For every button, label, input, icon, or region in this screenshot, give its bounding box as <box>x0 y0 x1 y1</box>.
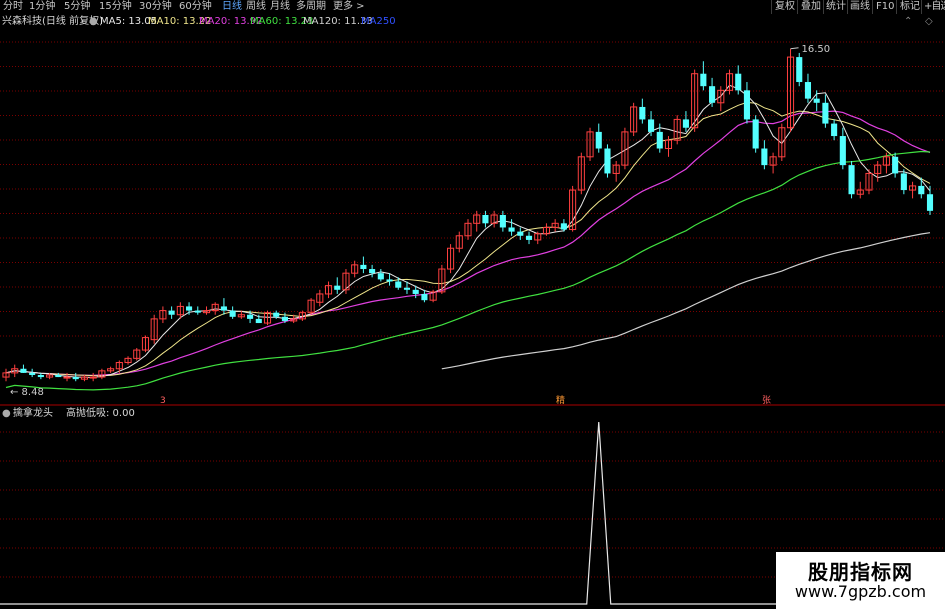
candle-body <box>395 281 402 288</box>
candle-body <box>517 231 524 236</box>
candle-body <box>386 279 393 282</box>
candle-body <box>273 312 280 317</box>
watermark: 股朋指标网 www.7gpzb.com <box>776 552 945 609</box>
candle-body <box>369 269 376 274</box>
candle-body <box>194 310 201 313</box>
ma60-line <box>5 150 931 391</box>
indicator-settings-icon[interactable]: ● <box>2 407 11 420</box>
candle-body <box>848 165 855 195</box>
indicator-name: 擒拿龙头 <box>13 408 53 419</box>
kline-chart: 16.50 ← 8.48 3 精 张 <box>0 41 945 605</box>
ma120-line <box>441 232 931 370</box>
candle-body <box>89 376 97 379</box>
candle-body <box>403 287 411 290</box>
candle-body <box>255 318 262 324</box>
candle-body <box>508 227 515 232</box>
candle-body <box>525 235 533 240</box>
signal-mark: 张 <box>762 395 771 406</box>
candle-body <box>761 148 768 166</box>
candle-body <box>168 310 175 315</box>
high-pointer <box>790 47 799 50</box>
candle-body <box>595 131 602 149</box>
candle-body <box>839 136 846 166</box>
candle-body <box>29 372 36 375</box>
watermark-title: 股朋指标网 <box>808 560 913 584</box>
candle-body <box>360 264 367 270</box>
candle-body <box>499 215 506 228</box>
candle-body <box>804 82 812 99</box>
candle-body <box>412 289 419 294</box>
candle-body <box>743 90 750 120</box>
candle-body <box>926 194 934 211</box>
candle-body <box>220 306 227 311</box>
candle-body <box>735 73 742 91</box>
candle-body <box>656 131 663 149</box>
candle-body <box>247 314 254 319</box>
candle-body <box>63 376 71 379</box>
candle-body <box>421 293 428 301</box>
candle-body <box>482 215 489 224</box>
candle-body <box>892 156 899 174</box>
candle-body <box>37 374 44 378</box>
candle-body <box>831 123 838 137</box>
watermark-url: www.7gpzb.com <box>794 582 927 601</box>
signal-mark: 3 <box>160 396 166 406</box>
signal-mark: 精 <box>556 394 565 406</box>
candle-body <box>229 310 236 317</box>
candle-body <box>709 86 716 103</box>
candle-body <box>918 185 925 195</box>
high-label: 16.50 <box>802 44 831 55</box>
candle-body <box>20 368 27 373</box>
candle-body <box>639 106 646 120</box>
candle-body <box>822 102 829 124</box>
candle-body <box>72 377 79 380</box>
candle-body <box>648 119 655 132</box>
candle-body <box>796 57 803 83</box>
candle-body <box>900 173 907 191</box>
candle-body <box>604 148 611 174</box>
low-label: ← 8.48 <box>10 387 44 398</box>
candle-body <box>186 306 193 311</box>
indicator-value: 高抛低吸: 0.00 <box>66 408 135 419</box>
candle-body <box>334 285 341 290</box>
candle-body <box>281 316 288 321</box>
candle-body <box>560 223 567 230</box>
candle-body <box>700 73 707 87</box>
candle-body <box>55 374 62 378</box>
candle-body <box>682 119 689 128</box>
candle-body <box>377 273 384 280</box>
candle-body <box>813 98 820 103</box>
candle-body <box>752 119 759 149</box>
